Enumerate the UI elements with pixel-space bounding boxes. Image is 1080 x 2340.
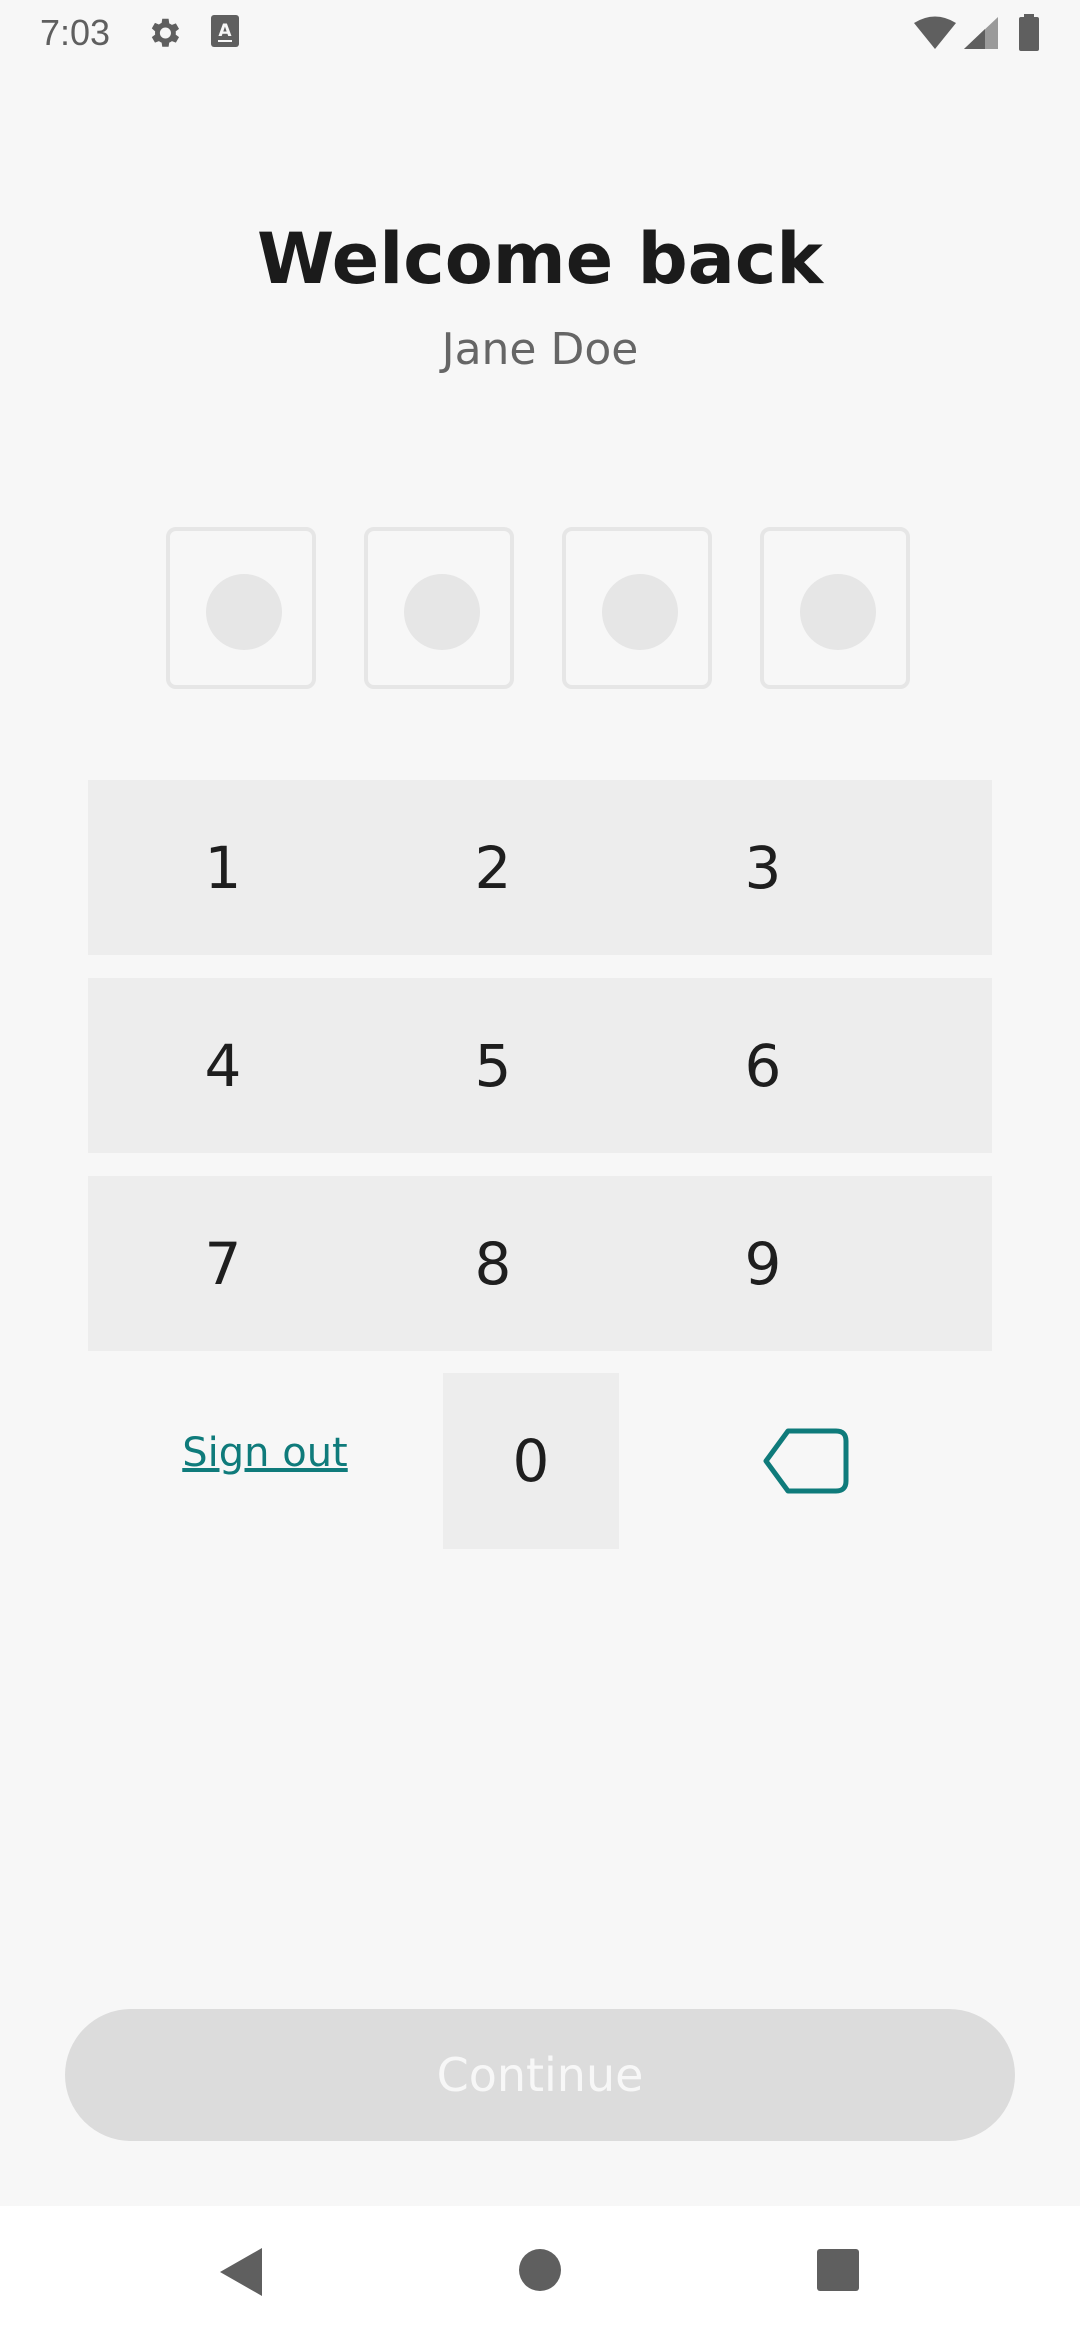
wifi-icon: [914, 16, 956, 49]
keypad-row: 7 8 9: [88, 1176, 992, 1351]
key-6[interactable]: 6: [628, 978, 898, 1153]
key-7[interactable]: 7: [88, 1176, 358, 1351]
status-bar: 7:03 A: [0, 0, 1080, 66]
key-4[interactable]: 4: [88, 978, 358, 1153]
pin-dot: [206, 574, 282, 650]
pin-dot: [800, 574, 876, 650]
pin-digit-box: [364, 527, 514, 689]
key-2[interactable]: 2: [358, 780, 628, 955]
key-0[interactable]: 0: [443, 1373, 619, 1549]
home-circle-icon[interactable]: [518, 2248, 562, 2292]
keypad-row: 1 2 3: [88, 780, 992, 955]
pin-digit-box: [166, 527, 316, 689]
back-triangle-icon[interactable]: [218, 2246, 264, 2298]
key-9[interactable]: 9: [628, 1176, 898, 1351]
user-name: Jane Doe: [441, 324, 639, 375]
battery-icon: [1019, 14, 1039, 51]
keyboard-a-icon: A: [211, 15, 239, 47]
recents-square-icon[interactable]: [817, 2249, 859, 2291]
continue-button[interactable]: Continue: [65, 2009, 1015, 2141]
key-1[interactable]: 1: [88, 780, 358, 955]
sign-out-link[interactable]: Sign out: [140, 1430, 390, 1476]
svg-text:A: A: [218, 21, 232, 41]
pin-dot: [404, 574, 480, 650]
pin-digit-box: [562, 527, 712, 689]
key-3[interactable]: 3: [628, 780, 898, 955]
status-time: 7:03: [40, 12, 111, 53]
key-5[interactable]: 5: [358, 978, 628, 1153]
cell-signal-icon: [964, 17, 998, 49]
backspace-icon[interactable]: [760, 1425, 850, 1497]
key-8[interactable]: 8: [358, 1176, 628, 1351]
gear-icon: [151, 18, 180, 47]
pin-digit-box: [760, 527, 910, 689]
page-title: Welcome back: [257, 218, 823, 300]
pin-dot: [602, 574, 678, 650]
navigation-bar: [0, 2206, 1080, 2340]
keypad-row: 4 5 6: [88, 978, 992, 1153]
